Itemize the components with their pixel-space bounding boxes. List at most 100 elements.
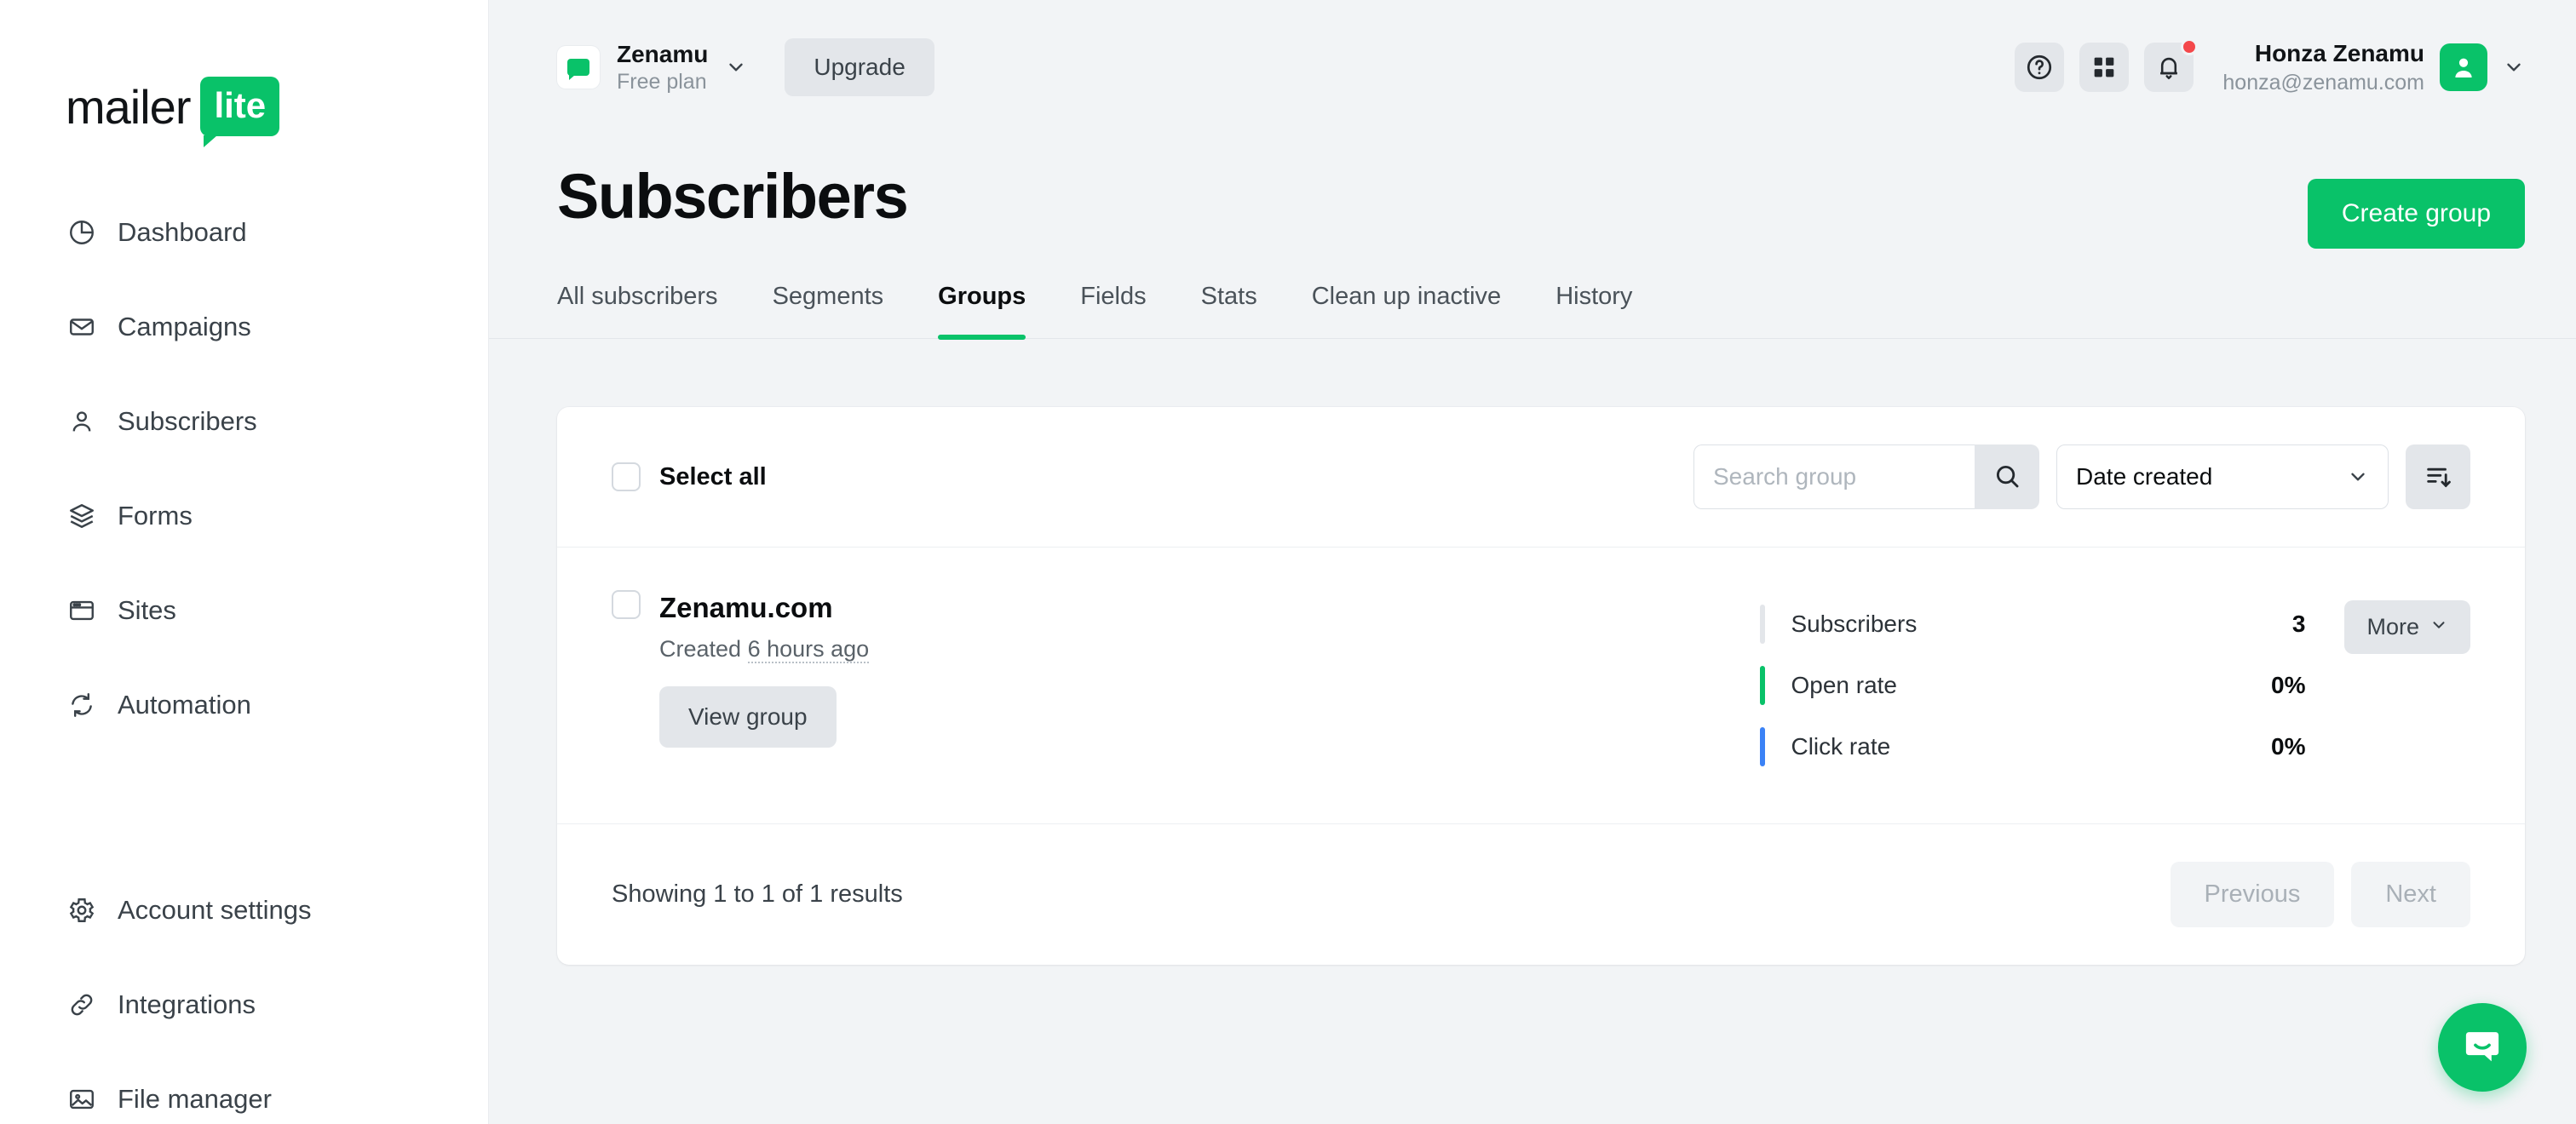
sidebar-item-campaigns[interactable]: Campaigns <box>0 303 488 351</box>
sidebar-item-label: Forms <box>118 501 193 530</box>
help-circle-icon <box>2025 53 2054 82</box>
tab-history[interactable]: History <box>1555 283 1632 338</box>
topbar: Zenamu Free plan Upgrade Honza Zenamu ho… <box>489 0 2576 135</box>
sidebar-nav: Dashboard Campaigns Subscribers Forms Si… <box>0 209 488 1124</box>
app-root: mailer lite Dashboard Campaigns Subscrib… <box>0 0 2576 1124</box>
search-icon <box>1992 462 2021 493</box>
more-button[interactable]: More <box>2344 600 2470 654</box>
card-footer: Showing 1 to 1 of 1 results Previous Nex… <box>557 824 2525 965</box>
sidebar-item-account-settings[interactable]: Account settings <box>0 886 488 934</box>
sidebar-item-automation[interactable]: Automation <box>0 681 488 729</box>
sidebar-item-label: File manager <box>118 1084 272 1114</box>
image-icon <box>66 1084 97 1115</box>
tab-all-subscribers[interactable]: All subscribers <box>557 283 718 338</box>
chevron-down-icon <box>2429 614 2448 640</box>
sidebar-item-label: Automation <box>118 690 251 720</box>
user-name: Honza Zenamu <box>2254 39 2424 66</box>
stat-value: 3 <box>2291 611 2306 637</box>
stat-value: 0% <box>2271 672 2306 698</box>
create-group-button[interactable]: Create group <box>2307 179 2525 249</box>
groups-card: Select all Date created <box>557 407 2525 965</box>
sidebar-item-label: Campaigns <box>118 312 251 341</box>
main-content: Zenamu Free plan Upgrade Honza Zenamu ho… <box>489 0 2576 1124</box>
account-logo-icon <box>557 46 600 89</box>
account-plan: Free plan <box>617 69 707 94</box>
notification-badge-dot <box>2181 37 2199 55</box>
sidebar-item-integrations[interactable]: Integrations <box>0 981 488 1029</box>
table-row: Zenamu.com Created 6 hours ago View grou… <box>557 548 2525 824</box>
avatar <box>2440 43 2487 91</box>
tab-bar: All subscribers Segments Groups Fields S… <box>489 283 2576 340</box>
stat-label: Subscribers <box>1791 611 1918 637</box>
sidebar-item-sites[interactable]: Sites <box>0 587 488 634</box>
mailerlite-logo[interactable]: mailer lite <box>66 77 280 147</box>
select-all-label: Select all <box>659 462 767 490</box>
sidebar-item-label: Sites <box>118 595 176 625</box>
select-all-checkbox[interactable] <box>612 462 641 491</box>
page-header: Subscribers Create group <box>489 135 2576 249</box>
group-created: Created 6 hours ago <box>659 636 870 663</box>
page-title: Subscribers <box>557 161 909 232</box>
next-page-button[interactable]: Next <box>2351 862 2470 927</box>
stat-row-open-rate: Open rate 0% <box>1760 655 2305 716</box>
stat-label: Open rate <box>1791 672 1898 698</box>
row-select-checkbox[interactable] <box>612 590 641 619</box>
group-created-prefix: Created <box>659 636 742 662</box>
pagination: Previous Next <box>2170 862 2470 927</box>
user-email: honza@zenamu.com <box>2222 70 2424 95</box>
more-button-label: More <box>2366 614 2419 639</box>
sidebar-item-dashboard[interactable]: Dashboard <box>0 209 488 256</box>
group-name: Zenamu.com <box>659 592 833 623</box>
envelope-icon <box>66 312 97 342</box>
stat-list: Subscribers 3 Open rate 0% Click rate 0% <box>1760 594 2305 777</box>
refresh-cycle-icon <box>66 690 97 720</box>
search-button[interactable] <box>1975 444 2039 509</box>
grid-apps-icon <box>2090 53 2119 82</box>
stat-value: 0% <box>2271 733 2306 760</box>
tab-fields[interactable]: Fields <box>1080 283 1146 338</box>
group-created-relative: 6 hours ago <box>747 636 870 663</box>
sort-descending-icon <box>2424 462 2452 493</box>
bell-icon <box>2154 53 2183 82</box>
tab-groups[interactable]: Groups <box>938 283 1026 340</box>
results-summary: Showing 1 to 1 of 1 results <box>612 880 903 908</box>
tab-segments[interactable]: Segments <box>773 283 884 338</box>
sidebar-item-label: Account settings <box>118 895 312 925</box>
previous-page-button[interactable]: Previous <box>2170 862 2335 927</box>
user-menu[interactable]: Honza Zenamu honza@zenamu.com <box>2222 38 2525 97</box>
topbar-actions: Honza Zenamu honza@zenamu.com <box>2015 37 2525 97</box>
group-stats: Subscribers 3 Open rate 0% Click rate 0% <box>1760 590 2470 777</box>
view-group-button[interactable]: View group <box>659 686 837 748</box>
tab-stats[interactable]: Stats <box>1201 283 1257 338</box>
group-info: Zenamu.com Created 6 hours ago View grou… <box>659 590 870 777</box>
notifications-button[interactable] <box>2144 37 2199 92</box>
layers-icon <box>66 501 97 531</box>
pie-chart-icon <box>66 217 97 248</box>
account-switcher[interactable]: Zenamu Free plan <box>557 39 747 95</box>
sidebar-item-label: Dashboard <box>118 217 247 247</box>
stat-label: Click rate <box>1791 733 1891 760</box>
sidebar-item-forms[interactable]: Forms <box>0 492 488 540</box>
apps-button[interactable] <box>2079 42 2130 92</box>
sidebar-item-label: Integrations <box>118 989 256 1019</box>
link-icon <box>66 989 97 1020</box>
chevron-down-icon <box>2347 466 2369 488</box>
chevron-down-icon <box>2503 56 2525 78</box>
upgrade-button[interactable]: Upgrade <box>785 38 934 96</box>
logo-badge: lite <box>200 77 280 147</box>
tab-clean-up-inactive[interactable]: Clean up inactive <box>1312 283 1501 338</box>
gear-icon <box>66 895 97 926</box>
sidebar-item-file-manager[interactable]: File manager <box>0 1075 488 1123</box>
user-icon <box>66 406 97 437</box>
account-text: Zenamu Free plan <box>617 39 708 95</box>
sort-field-select[interactable]: Date created <box>2056 444 2389 509</box>
sort-direction-button[interactable] <box>2406 444 2470 509</box>
account-name: Zenamu <box>617 40 709 67</box>
chat-support-button[interactable] <box>2438 1003 2527 1092</box>
help-button[interactable] <box>2015 42 2065 92</box>
card-toolbar: Select all Date created <box>557 407 2525 548</box>
stat-bar <box>1760 605 1766 644</box>
search-input[interactable] <box>1693 444 1975 509</box>
chevron-down-icon <box>725 56 747 78</box>
sidebar-item-subscribers[interactable]: Subscribers <box>0 398 488 445</box>
